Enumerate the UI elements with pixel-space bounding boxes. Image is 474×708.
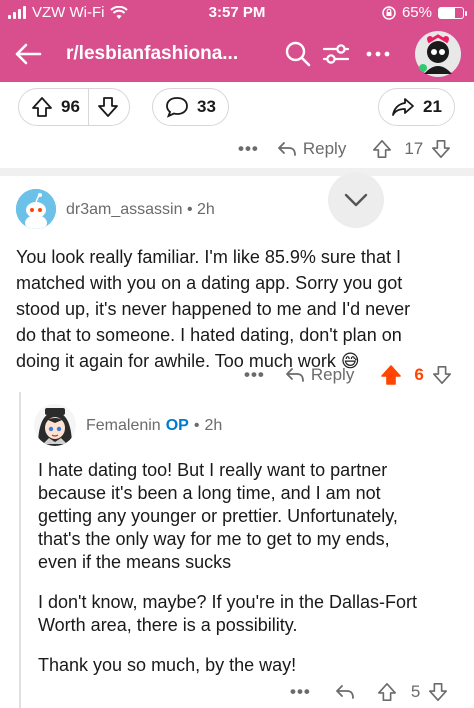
reply-arrow-icon [285, 368, 304, 382]
comment0-actions: ••• Reply 17 [238, 136, 451, 162]
comment1-line: do that to someone. I hated dating, don'… [16, 325, 402, 345]
comment1-line: stood up, it's never happened to me and … [16, 299, 411, 319]
app-header: VZW Wi-Fi 3:57 PM 65% r/lesbianfashiona.… [0, 0, 474, 82]
collapse-thread-button[interactable] [328, 172, 384, 228]
comment2-line: I hate dating too! But I really want to … [38, 460, 388, 480]
comment-bubble-icon [166, 97, 188, 118]
comment0-more-button[interactable]: ••• [238, 139, 259, 159]
comment1-age: 2h [197, 201, 215, 218]
more-options-button[interactable] [360, 36, 396, 72]
comments-button[interactable]: 33 [152, 88, 229, 126]
comment2-line: Worth area, there is a possibility. [38, 615, 298, 635]
comment1-reply-label: Reply [310, 365, 355, 384]
comment1-author[interactable]: dr3am_assassin [66, 201, 183, 218]
thread-line[interactable] [19, 392, 21, 708]
reply-arrow-icon [277, 142, 296, 156]
post-score: 96 [61, 97, 80, 116]
more-horizontal-icon [366, 51, 390, 57]
comment2-line: I don't know, maybe? If you're in the Da… [38, 592, 418, 612]
sort-button[interactable] [318, 36, 354, 72]
downvote-icon[interactable] [97, 96, 119, 118]
comment2-line: because it's been a long time, and I am … [38, 483, 381, 503]
comment1-actions: ••• Reply 6 [244, 362, 452, 388]
comment1-reply-button[interactable]: Reply [285, 365, 354, 385]
vote-divider [87, 88, 89, 126]
comment2-author[interactable]: Femalenin [86, 417, 161, 435]
comment2-paragraph: I hate dating too! But I really want to … [38, 459, 458, 574]
search-icon [285, 41, 311, 67]
snoo-avatar-icon [16, 189, 56, 229]
comment2-paragraph: Thank you so much, by the way! [38, 654, 458, 677]
share-arrow-icon [392, 98, 414, 116]
share-button[interactable]: 21 [378, 88, 455, 126]
comment1-line: You look really familiar. I'm like 85.9%… [16, 247, 401, 267]
comment2-line: that's the only way for me to get to my … [38, 529, 390, 549]
comment0-downvote-icon[interactable] [431, 139, 451, 159]
comment2-meta: Femalenin OP • 2h [86, 417, 222, 435]
comment1-avatar[interactable] [16, 189, 56, 229]
comment-separator [0, 168, 474, 176]
anime-avatar-icon [34, 404, 76, 446]
sliders-icon [322, 44, 350, 64]
meta-dot: • [186, 201, 197, 218]
comment2-line: getting any younger or prettier. Unfortu… [38, 506, 398, 526]
comment-count: 33 [197, 97, 216, 116]
comment2-downvote-icon[interactable] [428, 682, 448, 702]
comment1-more-button[interactable]: ••• [244, 365, 265, 385]
comment2-line: Thank you so much, by the way! [38, 655, 297, 675]
chevron-down-icon [344, 193, 368, 207]
reply-arrow-icon[interactable] [335, 684, 355, 700]
comment1-score: 6 [414, 365, 424, 384]
battery-level [439, 7, 455, 18]
comment2-age: 2h [204, 417, 223, 434]
comment0-upvote-icon[interactable] [372, 139, 392, 159]
comment0-score: 17 [404, 139, 424, 158]
upvote-icon[interactable] [31, 96, 53, 118]
comment2-score: 5 [410, 682, 421, 701]
back-button[interactable] [10, 36, 46, 72]
meta-dot: • [193, 417, 200, 434]
comment2-paragraph: I don't know, maybe? If you're in the Da… [38, 591, 458, 637]
comment2-upvote-icon[interactable] [377, 682, 397, 702]
comment2-more-button[interactable]: ••• [290, 682, 311, 702]
back-arrow-icon [15, 43, 42, 65]
comment2-avatar[interactable] [34, 404, 76, 446]
status-bar: VZW Wi-Fi 3:57 PM 65% [0, 0, 474, 26]
op-badge: OP [165, 417, 189, 434]
comment2-line: even if the means sucks [38, 552, 232, 572]
comment1-body: You look really familiar. I'm like 85.9%… [16, 244, 466, 374]
comment1-meta: dr3am_assassin • 2h [66, 201, 215, 219]
comment1-line: matched with you on a dating app. Sorry … [16, 273, 403, 293]
search-button[interactable] [280, 36, 316, 72]
share-count: 21 [423, 97, 442, 116]
user-avatar[interactable] [414, 30, 462, 78]
comment1-upvote-icon-active[interactable] [380, 364, 402, 386]
battery-percent: 65% [401, 4, 432, 21]
battery-icon [438, 6, 467, 19]
post-actions-bar: 96 33 21 [0, 84, 474, 132]
nav-bar: r/lesbianfashiona... [0, 30, 474, 78]
comment1-downvote-icon[interactable] [432, 365, 452, 385]
comment2-actions: ••• 5 [290, 680, 448, 704]
orientation-lock-icon [382, 5, 396, 20]
comment0-reply-button[interactable]: Reply [277, 139, 346, 159]
subreddit-title[interactable]: r/lesbianfashiona... [66, 43, 238, 65]
vote-pill: 96 [18, 88, 130, 126]
comment0-reply-label: Reply [302, 139, 347, 158]
